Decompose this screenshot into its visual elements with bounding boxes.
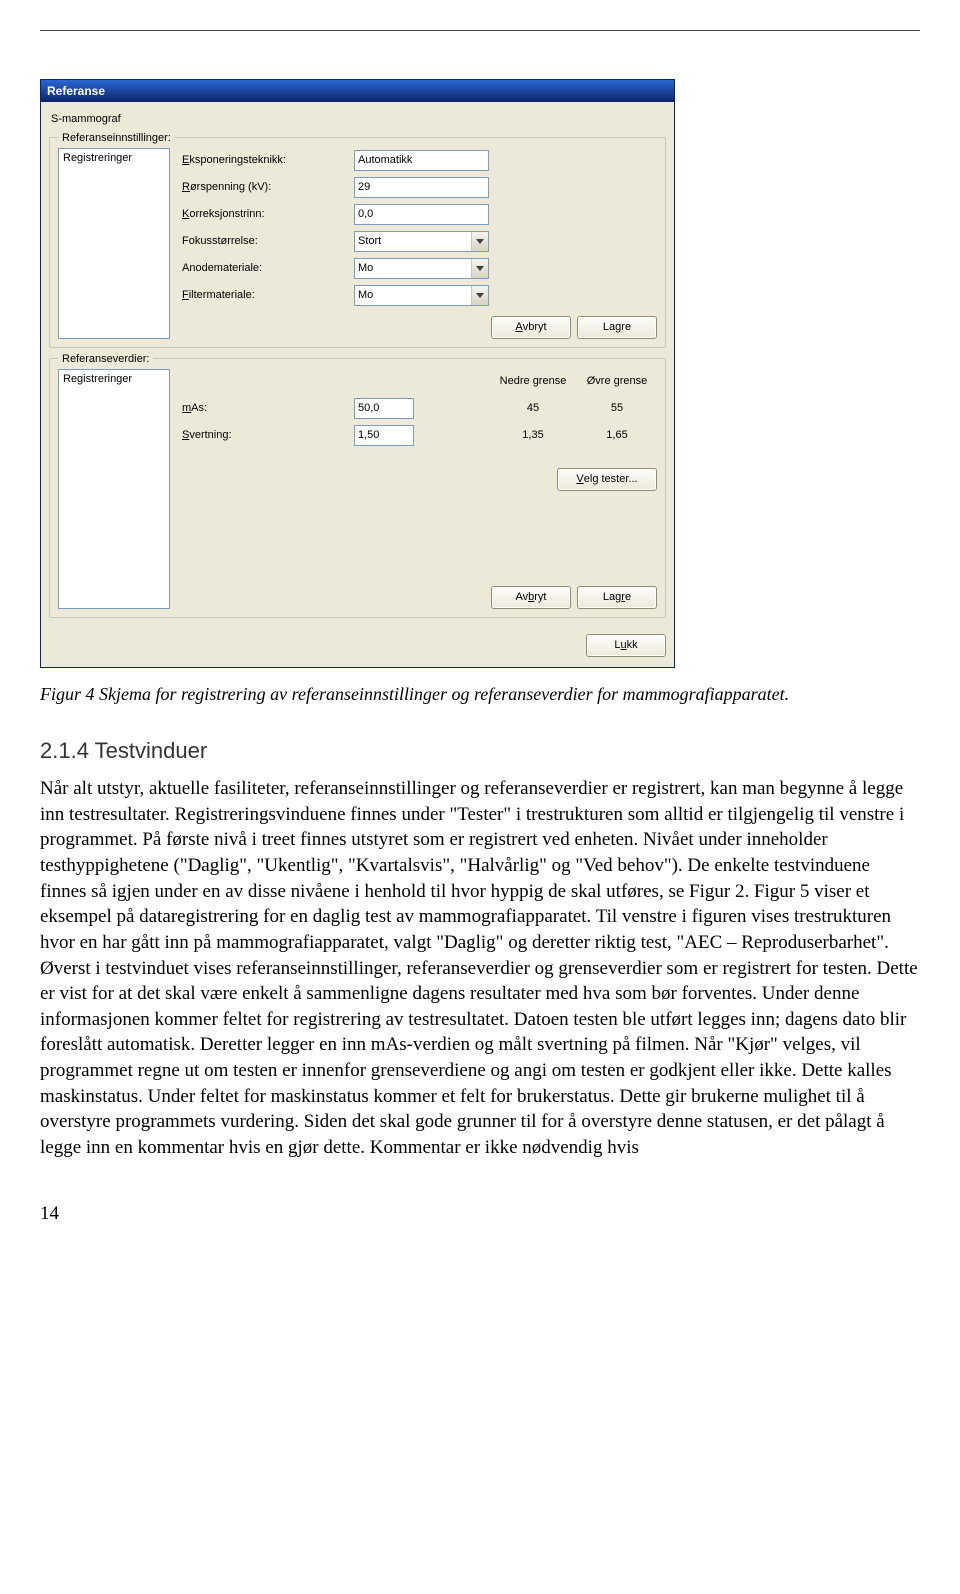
group2-legend: Referanseverdier: — [58, 352, 153, 367]
section-heading: 2.1.4 Testvinduer — [40, 736, 920, 766]
fokusstorrelse-select[interactable] — [354, 231, 489, 252]
lukk-button[interactable]: Lukk — [586, 634, 666, 657]
fokusstorrelse-label: Fokusstørrelse: — [180, 234, 350, 249]
list1-header: Registreringer — [63, 151, 165, 166]
filtermateriale-value[interactable] — [354, 285, 489, 306]
lagre-button-1[interactable]: Lagre — [577, 316, 657, 339]
korreksjonstrinn-input[interactable] — [354, 204, 489, 225]
registreringer-list-1[interactable]: Registreringer — [58, 148, 170, 339]
list2-header: Registreringer — [63, 372, 165, 387]
figure-caption: Figur 4 Skjema for registrering av refer… — [40, 682, 920, 706]
referanse-window: Referanse S-mammograf Referanseinnstilli… — [40, 79, 675, 668]
mas-label: mAs: — [180, 401, 350, 416]
mas-nedre: 45 — [493, 401, 573, 416]
avbryt-button-1[interactable]: Avbryt — [491, 316, 571, 339]
window-title: Referanse — [47, 84, 105, 98]
filtermateriale-label: Filtermateriale: — [180, 288, 350, 303]
groupbox-referanseinnstillinger: Referanseinnstillinger: Registreringer E… — [49, 137, 666, 348]
velg-tester-button[interactable]: Velg tester... — [557, 468, 657, 491]
chevron-down-icon — [471, 232, 488, 251]
eksponeringsteknikk-label: Eksponeringsteknikk: — [180, 153, 350, 168]
anodemateriale-select[interactable] — [354, 258, 489, 279]
anodemateriale-label: Anodemateriale: — [180, 261, 350, 276]
window-client: S-mammograf Referanseinnstillinger: Regi… — [41, 102, 674, 667]
korreksjonstrinn-label: Korreksjonstrinn: — [180, 207, 350, 222]
page-number: 14 — [40, 1201, 920, 1227]
mas-ovre: 55 — [577, 401, 657, 416]
eksponeringsteknikk-value[interactable] — [354, 150, 489, 171]
chevron-down-icon — [471, 259, 488, 278]
svertning-nedre: 1,35 — [493, 428, 573, 443]
mas-input[interactable] — [354, 398, 414, 419]
lagre-button-2[interactable]: Lagre — [577, 586, 657, 609]
window-titlebar: Referanse — [41, 80, 674, 102]
rorspenning-input[interactable] — [354, 177, 489, 198]
eksponeringsteknikk-select[interactable] — [354, 150, 489, 171]
avbryt-button-2[interactable]: Avbryt — [491, 586, 571, 609]
svertning-label: Svertning: — [180, 428, 350, 443]
filtermateriale-select[interactable] — [354, 285, 489, 306]
page-top-rule — [40, 30, 920, 31]
svertning-input[interactable] — [354, 425, 414, 446]
chevron-down-icon — [471, 286, 488, 305]
fokusstorrelse-value[interactable] — [354, 231, 489, 252]
groupbox-referanseverdier: Referanseverdier: Registreringer Nedre g… — [49, 358, 666, 618]
section-paragraph: Når alt utstyr, aktuelle fasiliteter, re… — [40, 776, 920, 1161]
rorspenning-label: Rørspenning (kV): — [180, 180, 350, 195]
nedre-grense-header: Nedre grense — [493, 374, 573, 389]
group1-legend: Referanseinnstillinger: — [58, 131, 175, 146]
registreringer-list-2[interactable]: Registreringer — [58, 369, 170, 609]
svertning-ovre: 1,65 — [577, 428, 657, 443]
anodemateriale-value[interactable] — [354, 258, 489, 279]
ovre-grense-header: Øvre grense — [577, 374, 657, 389]
